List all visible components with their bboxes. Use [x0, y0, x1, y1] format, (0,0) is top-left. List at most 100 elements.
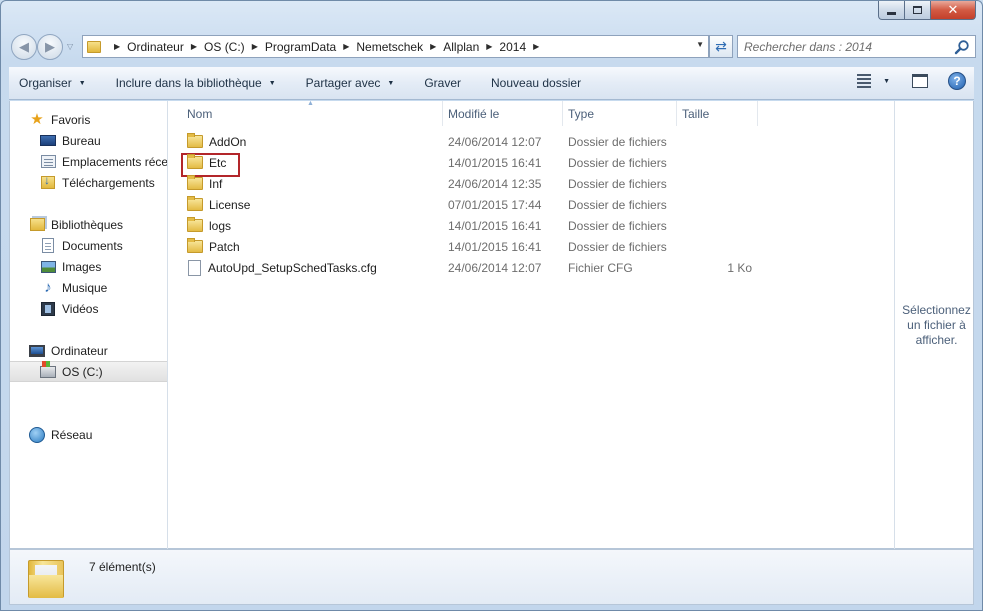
- view-options-dropdown[interactable]: ▼: [883, 78, 890, 85]
- music-note-icon: ♪: [44, 278, 52, 296]
- main-area: ★ Favoris Bureau Emplacements récents Té…: [9, 100, 975, 549]
- include-library-menu[interactable]: Inclure dans la bibliothèque ▼: [116, 76, 276, 90]
- new-folder-button[interactable]: Nouveau dossier: [491, 76, 581, 90]
- burn-label: Graver: [424, 76, 462, 90]
- column-header-type[interactable]: Type: [563, 101, 677, 126]
- libraries-icon: [29, 217, 45, 233]
- search-input[interactable]: [744, 39, 949, 54]
- column-header-size[interactable]: Taille: [677, 101, 758, 126]
- table-row[interactable]: Inf 24/06/2014 12:35 Dossier de fichiers: [169, 173, 769, 194]
- help-icon[interactable]: ?: [948, 72, 966, 90]
- maximize-button[interactable]: [905, 1, 931, 20]
- breadcrumb-nemetschek[interactable]: Nemetschek: [356, 40, 423, 54]
- sidebar-item-documents[interactable]: Documents: [10, 235, 167, 256]
- minimize-button[interactable]: [878, 1, 905, 20]
- explorer-window: ✕ ◀ ▶ ▽ ▶ Ordinateur ▶ OS (C:) ▶ Program…: [0, 0, 983, 611]
- chevron-right-icon[interactable]: ▶: [252, 42, 258, 51]
- details-pane: 7 élément(s): [9, 549, 974, 605]
- column-header-name[interactable]: ▲ Nom: [169, 100, 443, 126]
- file-list: ▲ Nom Modifié le Type Taille AddOn 24/06…: [169, 100, 894, 549]
- file-modified: 14/01/2015 16:41: [448, 239, 542, 254]
- table-row[interactable]: AddOn 24/06/2014 12:07 Dossier de fichie…: [169, 131, 769, 152]
- address-bar[interactable]: ▶ Ordinateur ▶ OS (C:) ▶ ProgramData ▶ N…: [82, 35, 709, 58]
- sidebar-item-label: Bureau: [62, 133, 101, 148]
- table-row[interactable]: logs 14/01/2015 16:41 Dossier de fichier…: [169, 215, 769, 236]
- chevron-right-icon[interactable]: ▶: [114, 42, 120, 51]
- search-icon[interactable]: [954, 39, 970, 55]
- file-modified: 24/06/2014 12:35: [448, 176, 542, 191]
- refresh-button[interactable]: ⇄: [709, 35, 733, 58]
- table-row[interactable]: Patch 14/01/2015 16:41 Dossier de fichie…: [169, 236, 769, 257]
- sidebar-item-pictures[interactable]: Images: [10, 256, 167, 277]
- table-row[interactable]: Etc 14/01/2015 16:41 Dossier de fichiers: [169, 152, 769, 177]
- computer-icon: [29, 343, 45, 359]
- sort-ascending-icon: ▲: [307, 100, 314, 107]
- chevron-down-icon: ▼: [78, 79, 86, 87]
- breadcrumb-os-c[interactable]: OS (C:): [204, 40, 245, 54]
- preview-pane: Sélectionnez un fichier à afficher.: [894, 101, 975, 549]
- file-type: Fichier CFG: [568, 260, 633, 275]
- column-header-modified[interactable]: Modifié le: [443, 101, 563, 126]
- chevron-right-icon[interactable]: ▶: [343, 42, 349, 51]
- file-modified: 07/01/2015 17:44: [448, 197, 542, 212]
- chevron-right-icon[interactable]: ▶: [191, 42, 197, 51]
- sidebar-item-videos[interactable]: Vidéos: [10, 298, 167, 319]
- file-name: Inf: [209, 176, 223, 191]
- recent-pages-dropdown[interactable]: ▽: [67, 42, 73, 51]
- organize-menu[interactable]: Organiser ▼: [19, 76, 86, 90]
- sidebar-item-label: Images: [62, 259, 102, 274]
- sidebar-item-recent-places[interactable]: Emplacements récents: [10, 151, 168, 172]
- navigation-pane: ★ Favoris Bureau Emplacements récents Té…: [10, 101, 168, 549]
- address-dropdown-icon[interactable]: ▼: [696, 40, 704, 49]
- view-options-icon[interactable]: [857, 74, 873, 88]
- share-with-menu[interactable]: Partager avec ▼: [306, 76, 395, 90]
- breadcrumb-ordinateur[interactable]: Ordinateur: [127, 40, 184, 54]
- column-header-label: Nom: [187, 106, 213, 121]
- table-row[interactable]: License 07/01/2015 17:44 Dossier de fich…: [169, 194, 769, 215]
- search-box[interactable]: [737, 35, 976, 58]
- burn-button[interactable]: Graver: [424, 76, 461, 90]
- breadcrumb-allplan[interactable]: Allplan: [443, 40, 479, 54]
- chevron-down-icon: ▼: [387, 79, 395, 87]
- file-modified: 14/01/2015 16:41: [448, 218, 542, 233]
- forward-button[interactable]: ▶: [37, 34, 63, 60]
- file-type: Dossier de fichiers: [568, 134, 667, 149]
- chevron-right-icon[interactable]: ▶: [486, 42, 492, 51]
- toolbar-right: ▼ ?: [857, 72, 966, 90]
- libraries-group: Bibliothèques Documents Images ♪ Musique…: [10, 214, 167, 319]
- breadcrumb-programdata[interactable]: ProgramData: [265, 40, 336, 54]
- chevron-right-icon[interactable]: ▶: [430, 42, 436, 51]
- sidebar-item-label: Musique: [62, 280, 108, 295]
- new-folder-label: Nouveau dossier: [491, 76, 582, 90]
- close-button[interactable]: ✕: [931, 1, 976, 20]
- preview-pane-icon[interactable]: [912, 74, 928, 88]
- favorites-group: ★ Favoris Bureau Emplacements récents Té…: [10, 109, 168, 193]
- file-name: Patch: [209, 239, 240, 254]
- include-library-label: Inclure dans la bibliothèque: [115, 76, 262, 90]
- sidebar-item-network[interactable]: Réseau: [10, 424, 167, 445]
- chevron-right-icon[interactable]: ▶: [533, 42, 539, 51]
- file-name: AddOn: [209, 134, 247, 149]
- network-group: Réseau: [10, 424, 167, 445]
- sidebar-item-label: Emplacements récents: [62, 154, 168, 169]
- sidebar-item-desktop[interactable]: Bureau: [10, 130, 167, 151]
- table-row[interactable]: AutoUpd_SetupSchedTasks.cfg 24/06/2014 1…: [169, 257, 769, 278]
- file-type: Dossier de fichiers: [568, 239, 667, 254]
- back-button[interactable]: ◀: [11, 34, 37, 60]
- sidebar-item-downloads[interactable]: Téléchargements: [10, 172, 167, 193]
- file-name: License: [209, 197, 251, 212]
- network-icon: [29, 426, 45, 443]
- sidebar-item-favorites[interactable]: ★ Favoris: [10, 109, 167, 130]
- column-header-label: Modifié le: [448, 106, 500, 121]
- breadcrumb-2014[interactable]: 2014: [499, 40, 526, 54]
- sidebar-item-libraries[interactable]: Bibliothèques: [10, 214, 167, 235]
- computer-group: Ordinateur OS (C:): [10, 340, 167, 382]
- sidebar-item-drive-c[interactable]: OS (C:): [10, 360, 167, 382]
- back-arrow-icon: ◀: [19, 39, 29, 54]
- desktop-icon: [40, 133, 56, 149]
- file-modified: 24/06/2014 12:07: [448, 134, 542, 149]
- sidebar-item-computer[interactable]: Ordinateur: [10, 340, 167, 361]
- file-type: Dossier de fichiers: [568, 176, 667, 191]
- sidebar-item-music[interactable]: ♪ Musique: [10, 277, 167, 298]
- pictures-icon: [40, 259, 56, 275]
